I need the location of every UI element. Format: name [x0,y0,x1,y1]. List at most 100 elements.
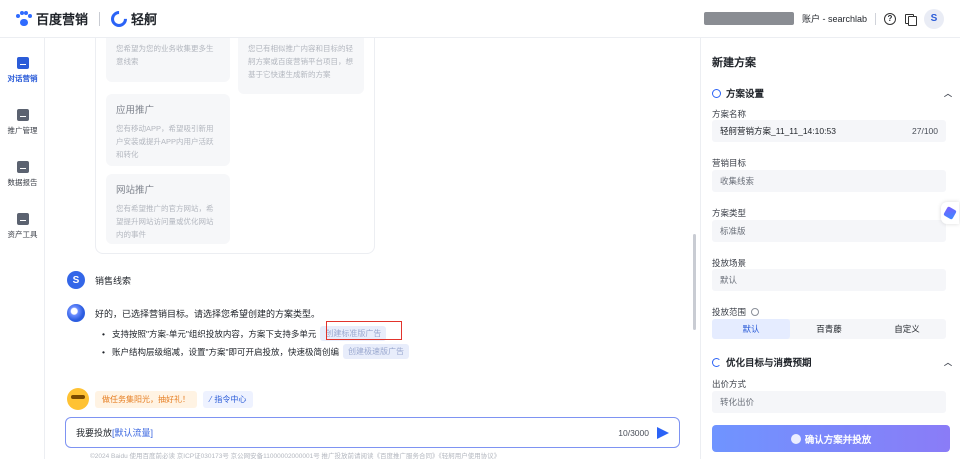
range-segmented-control: 默认 百青藤 自定义 [712,319,946,339]
brand-logo[interactable]: 百度营销 轻舸 [16,7,158,30]
input-variable[interactable]: [默认流量] [112,426,153,439]
left-nav: 对话营销 推广管理 数据报告 资产工具 [0,38,45,459]
section-title: 方案设置 [726,89,765,100]
plan-name-value: 轻舸营销方案_11_11_14:10:53 [720,126,836,136]
chat-input[interactable]: 我要投放 [默认流量] 10/3000 [65,417,680,448]
plan-name-input[interactable]: 轻舸营销方案_11_11_14:10:53 27/100 [712,120,946,142]
plan-name-label: 方案名称 [712,109,747,119]
highlight-box [326,321,402,340]
range-option-baiqingteng[interactable]: 百青藤 [790,319,868,339]
sunglasses-emoji-icon [67,388,89,410]
nav-item-report[interactable]: 数据报告 [0,148,45,200]
baidu-paw-icon [16,10,32,27]
type-label: 方案类型 [712,208,747,218]
assistant-float-icon[interactable] [941,202,959,224]
goal-card-copy-plan[interactable]: 您已有相似推广内容和目标的轻舸方案或百度营销平台项目，想基于它快速生成新的方案 [238,38,364,94]
goal-card-leads[interactable]: 您希望为您的业务收集更多生意线索 [106,38,230,82]
goal-card-website[interactable]: 网站推广 您有希望推广的官方网站，希望提升网站访问量或优化网站内的事件 [106,174,230,244]
check-circle-icon [712,88,721,98]
nav-label: 资产工具 [7,229,38,239]
info-icon[interactable] [751,308,760,316]
sparkle-icon [790,433,801,444]
command-center-label: 指令中心 [214,394,247,404]
task-reward-chip[interactable]: 做任务集阳光，抽好礼！ [95,390,197,408]
promotion-icon [16,108,29,121]
loading-icon [712,357,721,367]
panel-title: 新建方案 [712,57,756,69]
nav-item-tools[interactable]: 资产工具 [0,200,45,252]
plan-name-count: 27/100 [912,126,938,136]
footer-copyright: ©2024 Baidu 使用百度前必读 京ICP证030173号 京公网安备11… [90,453,501,459]
option-express-text: 账户结构层级缩减，设置"方案"即可开启投放，快速极简创编 [111,346,340,357]
nav-item-chat-marketing[interactable]: 对话营销 [0,44,45,96]
card-desc: 您有希望推广的官方网站，希望提升网站访问量或优化网站内的事件 [116,204,214,239]
topbar-divider [875,12,876,25]
nav-label: 对话营销 [7,73,38,83]
qingge-logo-icon [107,7,131,30]
new-plan-panel: 新建方案 方案设置 ︿ 方案名称 轻舸营销方案_11_11_14:10:53 2… [700,38,960,459]
brand-divider [99,11,101,26]
card-desc: 您已有相似推广内容和目标的轻舸方案或百度营销平台项目，想基于它快速生成新的方案 [248,44,353,79]
bid-label: 出价方式 [712,379,747,389]
input-prefix: 我要投放 [76,428,113,438]
bid-value: 转化出价 [720,397,755,407]
ai-message: 好的，已选择营销目标。请选择您希望创建的方案类型。 [67,304,320,322]
nav-item-promotion[interactable]: 推广管理 [0,96,45,148]
section-title: 优化目标与消费预期 [726,358,812,369]
scene-field: 默认 [712,269,946,291]
user-message: S 销售线索 [67,271,131,289]
card-title: 应用推广 [116,105,155,116]
range-label-text: 投放范围 [712,307,747,317]
section-optimization[interactable]: 优化目标与消费预期 ︿ [712,355,952,369]
user-avatar: S [67,271,85,289]
brand-sub: 轻舸 [131,12,158,27]
redacted-account-info [703,12,794,25]
nav-label: 推广管理 [7,125,38,135]
option-standard-text: 支持按照"方案-单元"组织投放内容，方案下支持多单元 [111,328,317,339]
top-bar: 百度营销 轻舸 账户 - searchlab ? S [0,0,960,38]
card-desc: 您有移动APP，希望吸引新用户安装或提升APP内用户活跃和转化 [116,124,214,159]
account-area: 账户 - searchlab ? S [703,8,944,29]
avatar[interactable]: S [924,8,944,29]
confirm-plan-button[interactable]: 确认方案并投放 [712,425,950,452]
card-title: 网站推广 [116,185,155,196]
user-message-text: 销售线索 [95,275,132,286]
goal-label: 营销目标 [712,158,747,168]
slash-icon: ⁄ [210,394,212,404]
goal-value: 收集线索 [720,176,755,186]
report-icon [16,160,29,173]
quick-actions: 做任务集阳光，抽好礼！ ⁄ 指令中心 [67,388,254,410]
goal-field: 收集线索 [712,170,946,192]
scene-value: 默认 [720,275,738,285]
chat-area: 您希望为您的业务收集更多生意线索 您已有相似推广内容和目标的轻舸方案或百度营销平… [45,38,700,459]
command-center-chip[interactable]: ⁄ 指令中心 [203,390,254,408]
section-plan-settings[interactable]: 方案设置 ︿ [712,86,952,100]
chat-scrollbar[interactable] [693,234,696,330]
chevron-up-icon[interactable]: ︿ [944,357,952,368]
card-desc: 您希望为您的业务收集更多生意线索 [116,44,214,66]
tools-icon [16,212,29,225]
confirm-label: 确认方案并投放 [804,434,872,446]
option-express: 账户结构层级缩减，设置"方案"即可开启投放，快速极简创编 创建极速版广告 [102,344,410,359]
ai-assistant-icon [67,304,85,322]
type-value: 标准版 [720,226,746,236]
brand-main: 百度营销 [36,12,89,27]
copy-icon[interactable] [904,13,917,26]
range-label: 投放范围 [712,306,760,318]
goal-cards-panel: 您希望为您的业务收集更多生意线索 您已有相似推广内容和目标的轻舸方案或百度营销平… [95,38,375,254]
range-option-default[interactable]: 默认 [712,319,790,339]
range-option-custom[interactable]: 自定义 [868,319,946,339]
send-icon[interactable] [657,426,669,439]
nav-label: 数据报告 [7,177,38,187]
type-field: 标准版 [712,220,946,242]
chevron-up-icon[interactable]: ︿ [944,88,952,99]
input-char-count: 10/3000 [618,427,649,438]
chat-icon [16,56,29,69]
ai-message-text: 好的，已选择营销目标。请选择您希望创建的方案类型。 [95,308,321,319]
help-icon[interactable]: ? [884,12,896,25]
create-express-ad-button[interactable]: 创建极速版广告 [343,344,410,359]
account-label[interactable]: 账户 - searchlab [802,12,867,25]
bid-field[interactable]: 转化出价 [712,391,946,413]
goal-card-app[interactable]: 应用推广 您有移动APP，希望吸引新用户安装或提升APP内用户活跃和转化 [106,94,230,166]
scene-label: 投放场景 [712,258,747,268]
